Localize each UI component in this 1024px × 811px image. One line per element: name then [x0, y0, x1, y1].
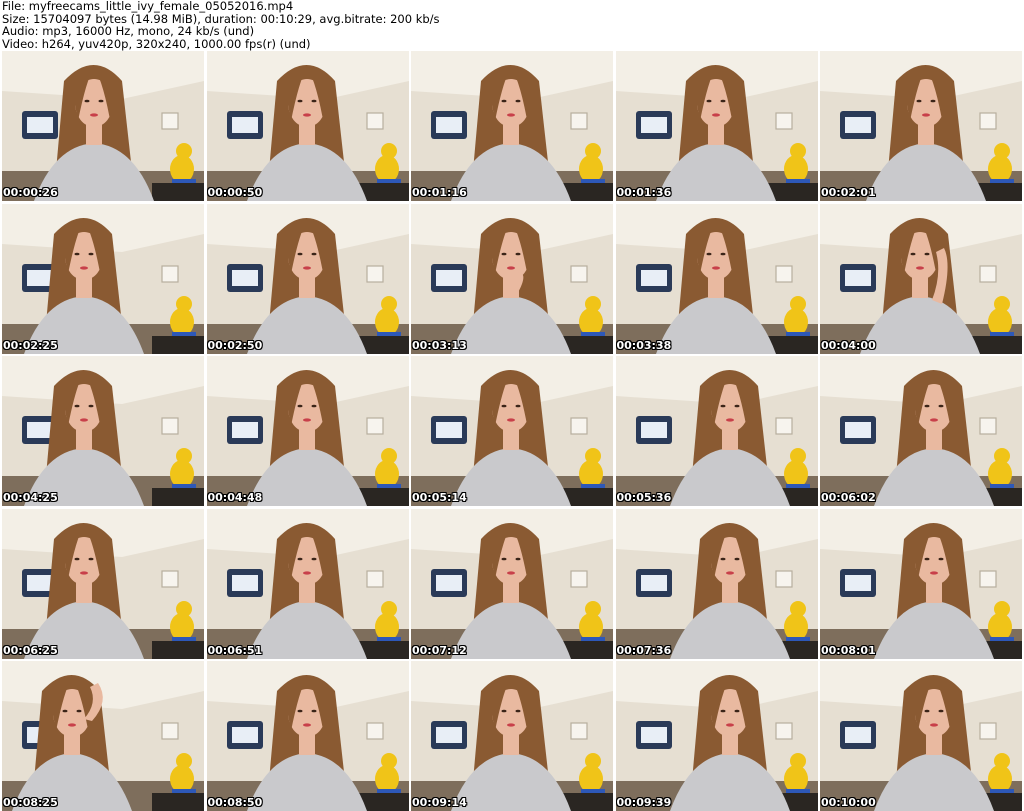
frame-image [2, 203, 204, 354]
video-frame-thumbnail: 00:06:02 [820, 356, 1022, 506]
frame-image [820, 508, 1022, 659]
video-frame-thumbnail: 00:06:51 [206, 508, 409, 659]
video-frame-thumbnail: 00:00:26 [2, 51, 204, 201]
frame-image [411, 661, 613, 811]
frame-image [820, 356, 1022, 506]
frame-image [2, 508, 204, 659]
frame-timestamp: 00:01:36 [616, 186, 672, 199]
frame-timestamp: 00:08:01 [821, 643, 876, 657]
frame-timestamp: 00:08:25 [3, 796, 58, 809]
video-frame-thumbnail: 00:05:14 [411, 356, 613, 506]
frame-image [206, 661, 409, 811]
frame-image [206, 356, 409, 506]
video-frame-thumbnail: 00:02:50 [206, 203, 409, 354]
video-frame-thumbnail: 00:07:12 [411, 508, 613, 659]
video-frame-thumbnail: 00:00:50 [206, 51, 409, 201]
frame-timestamp: 00:10:00 [821, 796, 876, 809]
frame-timestamp: 00:03:13 [412, 338, 467, 352]
video-frame-thumbnail: 00:08:50 [206, 661, 409, 811]
frame-timestamp: 00:05:36 [616, 491, 672, 504]
frame-timestamp: 00:04:48 [207, 491, 263, 504]
frame-timestamp: 00:09:39 [616, 796, 672, 809]
video-frame-thumbnail: 00:01:36 [615, 51, 818, 201]
frame-image [820, 661, 1022, 811]
video-frame-thumbnail: 00:04:25 [2, 356, 204, 506]
frame-timestamp: 00:09:14 [412, 796, 467, 809]
file-info-header: File: myfreecams_little_ivy_female_05052… [0, 0, 1024, 50]
frame-image [615, 356, 818, 506]
video-frame-thumbnail: 00:06:25 [2, 508, 204, 659]
frame-timestamp: 00:08:50 [207, 796, 263, 809]
frame-timestamp: 00:00:50 [207, 186, 263, 199]
frame-image [820, 203, 1022, 354]
frame-image [820, 51, 1022, 201]
video-frame-thumbnail: 00:02:01 [820, 51, 1022, 201]
frame-image [2, 356, 204, 506]
frame-image [411, 508, 613, 659]
frame-timestamp: 00:05:14 [412, 491, 467, 504]
frame-image [411, 356, 613, 506]
frame-image [411, 203, 613, 354]
frame-image [206, 51, 409, 201]
frame-timestamp: 00:02:25 [3, 338, 58, 352]
video-frame-thumbnail: 00:04:48 [206, 356, 409, 506]
video-frame-thumbnail: 00:04:00 [820, 203, 1022, 354]
frame-image [615, 508, 818, 659]
frame-image [615, 203, 818, 354]
frame-image [206, 203, 409, 354]
frame-timestamp: 00:06:51 [207, 643, 263, 657]
frame-image [411, 51, 613, 201]
frame-image [615, 51, 818, 201]
video-frame-thumbnail: 00:02:25 [2, 203, 204, 354]
video-frame-thumbnail: 00:09:14 [411, 661, 613, 811]
frame-image [2, 661, 204, 811]
video-frame-thumbnail: 00:08:25 [2, 661, 204, 811]
frame-timestamp: 00:00:26 [3, 186, 58, 199]
video-frame-thumbnail: 00:03:38 [615, 203, 818, 354]
video-frame-thumbnail: 00:09:39 [615, 661, 818, 811]
frame-timestamp: 00:07:36 [616, 643, 672, 657]
frame-timestamp: 00:06:02 [821, 491, 876, 504]
frame-image [2, 51, 204, 201]
video-info-line: Video: h264, yuv420p, 320x240, 1000.00 f… [2, 36, 311, 51]
video-frame-thumbnail: 00:07:36 [615, 508, 818, 659]
video-frame-thumbnail: 00:01:16 [411, 51, 613, 201]
frame-image [206, 508, 409, 659]
video-frame-thumbnail: 00:05:36 [615, 356, 818, 506]
frame-timestamp: 00:04:25 [3, 491, 58, 504]
frame-timestamp: 00:06:25 [3, 643, 58, 657]
frame-timestamp: 00:02:01 [821, 186, 876, 199]
video-frame-thumbnail: 00:10:00 [820, 661, 1022, 811]
video-frame-thumbnail: 00:03:13 [411, 203, 613, 354]
frame-timestamp: 00:03:38 [616, 338, 672, 352]
frame-timestamp: 00:01:16 [412, 186, 467, 199]
frame-image [615, 661, 818, 811]
thumbnail-grid: 00:00:26 00:00:50 00:01:16 00:01:36 00:02:01… [2, 51, 1022, 811]
frame-timestamp: 00:02:50 [207, 338, 263, 352]
frame-timestamp: 00:07:12 [412, 643, 467, 657]
video-frame-thumbnail: 00:08:01 [820, 508, 1022, 659]
frame-timestamp: 00:04:00 [821, 338, 876, 352]
